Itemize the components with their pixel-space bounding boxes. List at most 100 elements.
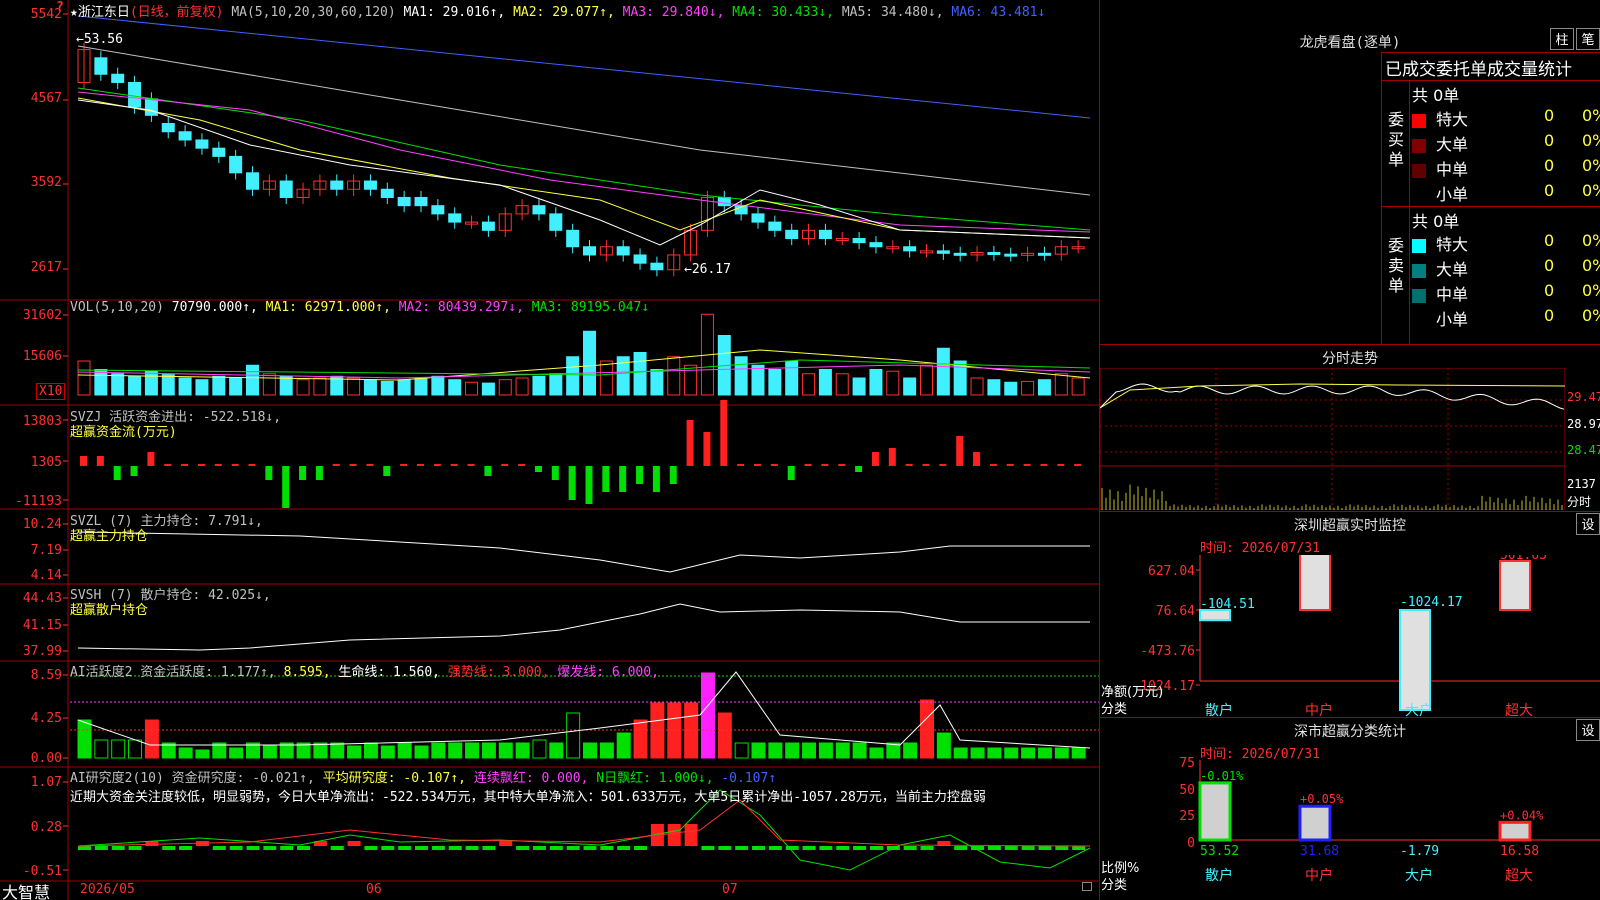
- fund-flow-bar: [417, 464, 424, 466]
- bar-mode-button[interactable]: 柱: [1550, 28, 1574, 50]
- research-bar: [280, 846, 294, 850]
- stock-name[interactable]: ★浙江东日: [70, 5, 130, 20]
- research-bar: [162, 846, 176, 850]
- research-bar: [532, 846, 546, 850]
- fund-flow-bar: [1006, 464, 1014, 466]
- fund-flow-bar: [686, 420, 694, 466]
- vol-axis-2: 15606: [22, 349, 62, 364]
- research-bar: [853, 846, 867, 850]
- row-name: 中单: [1436, 160, 1469, 179]
- stat-bar: [1198, 781, 1232, 842]
- stat-settings-button[interactable]: 设: [1576, 719, 1600, 741]
- fenshi-axis-4: 2137: [1567, 477, 1596, 491]
- row-pct: 0%: [1582, 106, 1600, 125]
- svzl-axis-1: 10.24: [22, 517, 62, 532]
- ai1-axis-1: 8.59: [30, 668, 62, 683]
- activity-bar: [599, 742, 614, 759]
- activity-bar: [734, 742, 749, 759]
- row-count: 0: [1544, 131, 1555, 150]
- ai2-axis-1: 1.07: [30, 775, 62, 790]
- activity-bar: [229, 747, 244, 759]
- ai1-value-2: 生命线: 1.560,: [338, 665, 448, 680]
- fund-flow-bar: [164, 464, 172, 466]
- fund-flow-bar: [973, 452, 981, 466]
- buy-row: 中单 0 0%: [1412, 156, 1600, 180]
- volume-bar: [633, 352, 647, 396]
- price-axis-1: 5542: [30, 7, 62, 22]
- activity-bar: [549, 742, 564, 759]
- ma-value-4: MA4: 30.433↓,: [732, 5, 842, 20]
- research-bar: [1021, 846, 1035, 850]
- fund-flow-bar: [282, 466, 290, 508]
- fund-flow-bar: [501, 464, 509, 466]
- intraday-chart[interactable]: [1100, 368, 1565, 510]
- volume-bar: [1021, 380, 1035, 396]
- brand-logo[interactable]: 大智慧: [2, 879, 50, 900]
- period-mode[interactable]: (日线，前复权): [130, 5, 224, 20]
- volume-bar: [802, 373, 816, 396]
- lock-icon[interactable]: [1082, 882, 1092, 891]
- volume-bar: [448, 379, 462, 396]
- candle-body: [751, 213, 765, 223]
- activity-bar: [515, 742, 530, 759]
- avg-research-line: [77, 799, 1091, 847]
- activity-bar: [936, 732, 951, 759]
- vol-value-2: MA1: 62971.000↑,: [265, 300, 399, 315]
- candle-body: [161, 123, 175, 133]
- fund-flow-bar: [265, 466, 273, 480]
- volume-bar: [818, 369, 832, 396]
- monitor-bar-chart: 627.0476.64-473.76-1024.17-104.51散户627.0…: [1132, 555, 1600, 719]
- volume-bar: [936, 347, 950, 396]
- monitor-time: 时间: 2026/07/31: [1200, 541, 1320, 556]
- svsh-axis-1: 44.43: [22, 591, 62, 606]
- volume-bar: [667, 356, 681, 396]
- candle-body: [717, 196, 731, 207]
- fenshi-unit: 分时: [1567, 495, 1592, 509]
- activity-bar: [1071, 747, 1086, 759]
- ma-values: MA(5,10,20,30,60,120) MA1: 29.016↑, MA2:…: [231, 5, 1045, 20]
- svzj-axis-2: 1305: [30, 455, 62, 470]
- research-bar: [752, 846, 765, 850]
- activity-bar: [717, 712, 732, 759]
- research-bar: [819, 846, 833, 850]
- fund-flow-bar: [888, 448, 896, 466]
- tick-mode-button[interactable]: 笔: [1576, 28, 1600, 50]
- buy-side-label: 委买单: [1388, 110, 1405, 169]
- activity-bar: [128, 739, 143, 759]
- main-chart-canvas[interactable]: [0, 0, 1100, 900]
- stat-category: 散户: [1205, 867, 1233, 884]
- monitor-settings-button[interactable]: 设: [1576, 513, 1600, 535]
- volume-bar: [262, 373, 276, 396]
- activity-bar: [835, 742, 850, 759]
- fund-flow-bar: [669, 466, 677, 484]
- monitor-bar: [1399, 609, 1431, 711]
- research-bar: [499, 841, 513, 846]
- research-bar: [78, 846, 91, 850]
- high-price-label: ←53.56: [76, 32, 123, 47]
- activity-bar: [700, 672, 715, 759]
- candle-body: [1037, 252, 1051, 256]
- row-count: 0: [1544, 156, 1555, 175]
- research-bar: [684, 824, 698, 846]
- ai1-value-4: 爆发线: 6.000,: [557, 665, 659, 680]
- stat-category: 大户: [1405, 867, 1433, 884]
- fund-flow-bar: [130, 466, 138, 476]
- vol-axis-1: 31602: [22, 308, 62, 323]
- activity-bar: [633, 719, 648, 759]
- price-axis-2: 4567: [30, 91, 62, 106]
- activity-bar: [802, 742, 817, 759]
- volume-bar: [212, 375, 226, 396]
- volume-bar: [296, 379, 310, 396]
- svzl-axis-2: 7.19: [30, 543, 62, 558]
- candle-body: [785, 229, 799, 240]
- volume-bar: [397, 379, 411, 396]
- stat-value-label: -1.79: [1400, 844, 1439, 859]
- volume-bar: [481, 382, 495, 396]
- activity-bar: [380, 745, 395, 759]
- candle-body: [532, 205, 546, 215]
- volume-bar: [515, 377, 529, 396]
- research-bar: [954, 846, 968, 850]
- candle-body: [583, 246, 596, 256]
- fund-flow-bar: [315, 466, 323, 480]
- activity-bar: [330, 742, 345, 759]
